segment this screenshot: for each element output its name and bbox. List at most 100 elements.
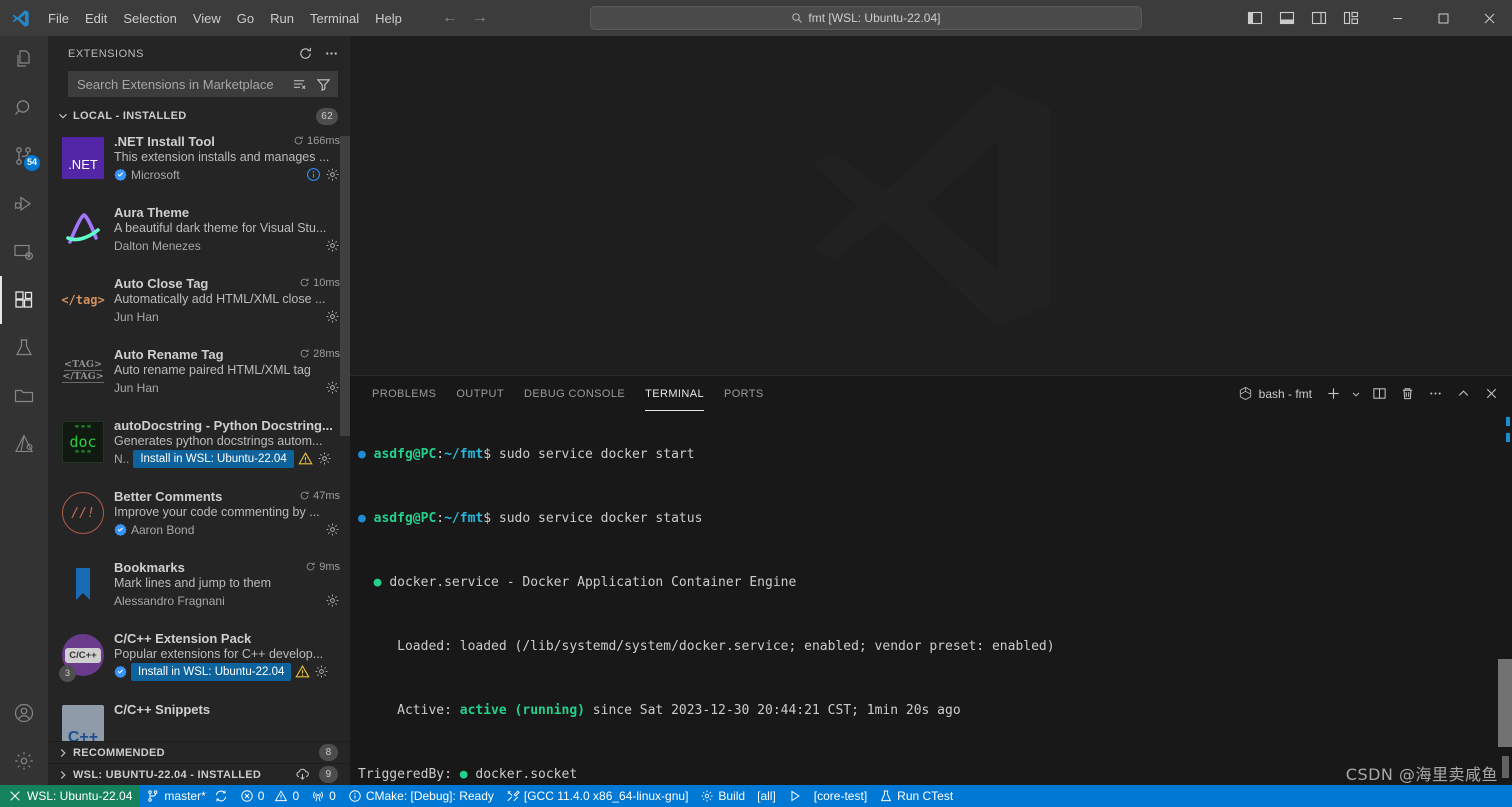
menu-go[interactable]: Go xyxy=(229,0,262,36)
manage-gear-icon[interactable] xyxy=(325,238,340,253)
sync-changes-icon[interactable] xyxy=(214,789,228,803)
toggle-secondary-sidebar-icon[interactable] xyxy=(1304,4,1334,32)
close-button[interactable] xyxy=(1466,0,1512,36)
minimize-button[interactable] xyxy=(1374,0,1420,36)
extension-item[interactable]: Bookmarks 9ms Mark lines and jump to the… xyxy=(48,553,350,624)
close-panel-button[interactable] xyxy=(1478,383,1504,405)
activity-item-folder-view[interactable] xyxy=(0,372,48,420)
extension-item[interactable]: C/C++ 3 C/C++ Extension Pack Popular ext… xyxy=(48,624,350,695)
status-run-ctest[interactable]: Run CTest xyxy=(873,785,959,807)
maximize-panel-button[interactable] xyxy=(1450,383,1476,405)
activity-item-source-control[interactable]: 54 xyxy=(0,132,48,180)
manage-gear-icon[interactable] xyxy=(325,380,340,395)
activity-item-accounts[interactable] xyxy=(0,689,48,737)
command-center[interactable]: fmt [WSL: Ubuntu-22.04] xyxy=(590,6,1142,30)
status-ports[interactable]: 0 xyxy=(305,785,342,807)
split-terminal-button[interactable] xyxy=(1366,383,1392,405)
extension-pack-count-badge: 3 xyxy=(59,665,76,682)
more-actions-icon[interactable] xyxy=(320,43,342,65)
verified-publisher-icon xyxy=(114,523,127,536)
manage-gear-icon[interactable] xyxy=(325,522,340,537)
extension-item[interactable]: </tag> Auto Close Tag 10ms Automatically… xyxy=(48,269,350,340)
search-extensions-input[interactable]: Search Extensions in Marketplace xyxy=(68,71,338,97)
sidebar-scrollbar[interactable] xyxy=(340,136,350,436)
tab-output[interactable]: OUTPUT xyxy=(446,376,514,411)
manage-gear-icon[interactable] xyxy=(317,451,332,466)
new-terminal-dropdown-icon[interactable] xyxy=(1348,383,1364,405)
manage-gear-icon[interactable] xyxy=(325,593,340,608)
extensions-list[interactable]: .NET .NET Install Tool 166ms This extens… xyxy=(48,127,350,741)
filter-icon[interactable] xyxy=(313,74,333,94)
status-launch-target[interactable]: [core-test] xyxy=(808,785,873,807)
socket-status-dot: ● xyxy=(460,767,468,782)
extension-item[interactable]: C++ C/C++ Snippets xyxy=(48,695,350,741)
terminal-output[interactable]: ● asdfg@PC:~/fmt$ sudo service docker st… xyxy=(350,411,1512,785)
section-local-installed[interactable]: LOCAL - INSTALLED 62 xyxy=(48,105,350,127)
section-recommended[interactable]: RECOMMENDED 8 xyxy=(48,741,350,763)
extension-item[interactable]: """ doc """ autoDocstring - Python Docst… xyxy=(48,411,350,482)
activity-item-run-debug[interactable] xyxy=(0,180,48,228)
panel-more-actions-icon[interactable] xyxy=(1422,383,1448,405)
activity-item-settings[interactable] xyxy=(0,737,48,785)
extension-item[interactable]: .NET .NET Install Tool 166ms This extens… xyxy=(48,127,350,198)
status-problems[interactable]: 0 0 xyxy=(234,785,305,807)
manage-gear-icon[interactable] xyxy=(325,309,340,324)
terminal-selector[interactable]: bash - fmt xyxy=(1232,383,1318,405)
install-in-wsl-button[interactable]: Install in WSL: Ubuntu-22.04 xyxy=(131,663,291,681)
manage-gear-icon[interactable] xyxy=(325,167,340,182)
status-branch[interactable]: master* xyxy=(140,785,233,807)
manage-gear-icon[interactable] xyxy=(314,664,329,679)
activity-item-search[interactable] xyxy=(0,84,48,132)
activity-item-extensions[interactable] xyxy=(0,276,48,324)
status-build[interactable]: Build xyxy=(694,785,751,807)
terminal-scroll-thumb[interactable] xyxy=(1502,756,1509,778)
status-debug-run[interactable] xyxy=(782,785,808,807)
tab-terminal[interactable]: TERMINAL xyxy=(635,376,714,411)
status-build-target[interactable]: [all] xyxy=(751,785,782,807)
menu-view[interactable]: View xyxy=(185,0,229,36)
panel: PROBLEMS OUTPUT DEBUG CONSOLE TERMINAL P… xyxy=(350,375,1512,785)
extension-item[interactable]: //! Better Comments 47ms Improve your co… xyxy=(48,482,350,553)
extension-item[interactable]: Aura Theme A beautiful dark theme for Vi… xyxy=(48,198,350,269)
install-in-wsl-button[interactable]: Install in WSL: Ubuntu-22.04 xyxy=(133,450,293,468)
status-kit[interactable]: [GCC 11.4.0 x86_64-linux-gnu] xyxy=(500,785,695,807)
menu-help[interactable]: Help xyxy=(367,0,410,36)
section-local-installed-count: 62 xyxy=(316,108,338,125)
gear-icon xyxy=(700,789,714,803)
menu-selection[interactable]: Selection xyxy=(115,0,184,36)
new-terminal-button[interactable] xyxy=(1320,383,1346,405)
activity-item-cmake[interactable] xyxy=(0,420,48,468)
toggle-primary-sidebar-icon[interactable] xyxy=(1240,4,1270,32)
extension-activation-time: 28ms xyxy=(299,348,340,360)
extension-footer: Jun Han xyxy=(114,378,340,397)
terminal-scrollbar[interactable] xyxy=(1498,659,1512,747)
menu-terminal[interactable]: Terminal xyxy=(302,0,367,36)
menu-run[interactable]: Run xyxy=(262,0,302,36)
menu-file[interactable]: File xyxy=(40,0,77,36)
toggle-panel-icon[interactable] xyxy=(1272,4,1302,32)
terminal-command-mark[interactable] xyxy=(1506,433,1510,442)
status-remote-indicator[interactable]: WSL: Ubuntu-22.04 xyxy=(0,785,140,807)
section-wsl-installed[interactable]: WSL: UBUNTU-22.04 - INSTALLED 9 xyxy=(48,763,350,785)
tab-ports[interactable]: PORTS xyxy=(714,376,774,411)
info-icon[interactable] xyxy=(306,167,321,182)
go-forward-icon[interactable]: → xyxy=(468,6,492,30)
maximize-button[interactable] xyxy=(1420,0,1466,36)
menu-edit[interactable]: Edit xyxy=(77,0,115,36)
status-cmake[interactable]: CMake: [Debug]: Ready xyxy=(342,785,500,807)
tab-problems[interactable]: PROBLEMS xyxy=(362,376,446,411)
aura-theme-icon xyxy=(62,208,104,250)
activity-item-testing[interactable] xyxy=(0,324,48,372)
activity-item-explorer[interactable] xyxy=(0,36,48,84)
activity-item-remote-explorer[interactable] xyxy=(0,228,48,276)
tab-debug-console[interactable]: DEBUG CONSOLE xyxy=(514,376,635,411)
kill-terminal-button[interactable] xyxy=(1394,383,1420,405)
terminal-command-mark[interactable] xyxy=(1506,417,1510,426)
radio-tower-icon xyxy=(311,789,325,803)
extension-item[interactable]: <TAG> </TAG> Auto Rename Tag 28ms Au xyxy=(48,340,350,411)
refresh-icon[interactable] xyxy=(294,43,316,65)
customize-layout-icon[interactable] xyxy=(1336,4,1366,32)
clear-filter-icon[interactable] xyxy=(289,74,309,94)
cloud-download-icon[interactable] xyxy=(295,767,310,782)
go-back-icon[interactable]: ← xyxy=(438,6,462,30)
